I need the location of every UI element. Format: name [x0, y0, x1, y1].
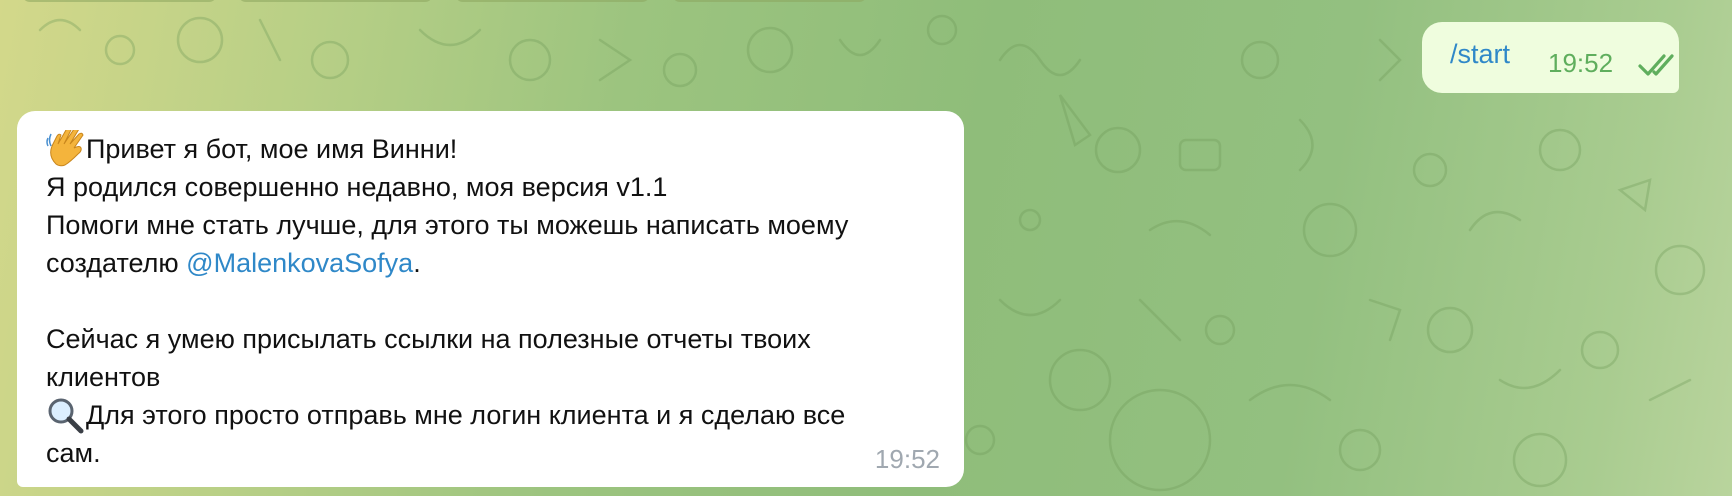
incoming-message-bubble[interactable]: Привет я бот, мое имя Винни! Я родился с… [17, 111, 964, 487]
message-line: создателю @MalenkovaSofya. [46, 244, 946, 282]
instruction-text: Для этого просто отправь мне логин клиен… [86, 400, 846, 430]
creator-mention-link[interactable]: @MalenkovaSofya [186, 248, 413, 278]
message-text: Привет я бот, мое имя Винни! Я родился с… [46, 127, 946, 472]
message-line: сам. [46, 438, 101, 468]
previous-item-stub [672, 0, 867, 2]
message-line: Привет я бот, мое имя Винни! [46, 127, 946, 168]
previous-item-stub [238, 0, 433, 2]
previous-item-stub [455, 0, 650, 2]
message-line: Я родился совершенно недавно, моя версия… [46, 172, 668, 202]
command-link[interactable]: /start [1450, 39, 1510, 70]
double-check-icon [1638, 54, 1674, 76]
greeting-text: Привет я бот, мое имя Винни! [86, 134, 458, 164]
message-line: Сейчас я умею присылать ссылки на полезн… [46, 324, 811, 354]
magnifier-icon [46, 396, 86, 434]
message-line: Для этого просто отправь мне логин клиен… [46, 396, 946, 434]
message-time: 19:52 [1548, 48, 1614, 78]
creator-prefix: создателю [46, 248, 187, 278]
outgoing-message-bubble[interactable]: /start 19:52 [1422, 22, 1679, 93]
waving-hand-icon [46, 127, 86, 168]
message-line: клиентов [46, 362, 161, 392]
creator-suffix: . [413, 248, 421, 278]
message-line: Помоги мне стать лучше, для этого ты мож… [46, 210, 849, 240]
previous-item-stub [22, 0, 217, 2]
message-time: 19:52 [874, 444, 940, 474]
